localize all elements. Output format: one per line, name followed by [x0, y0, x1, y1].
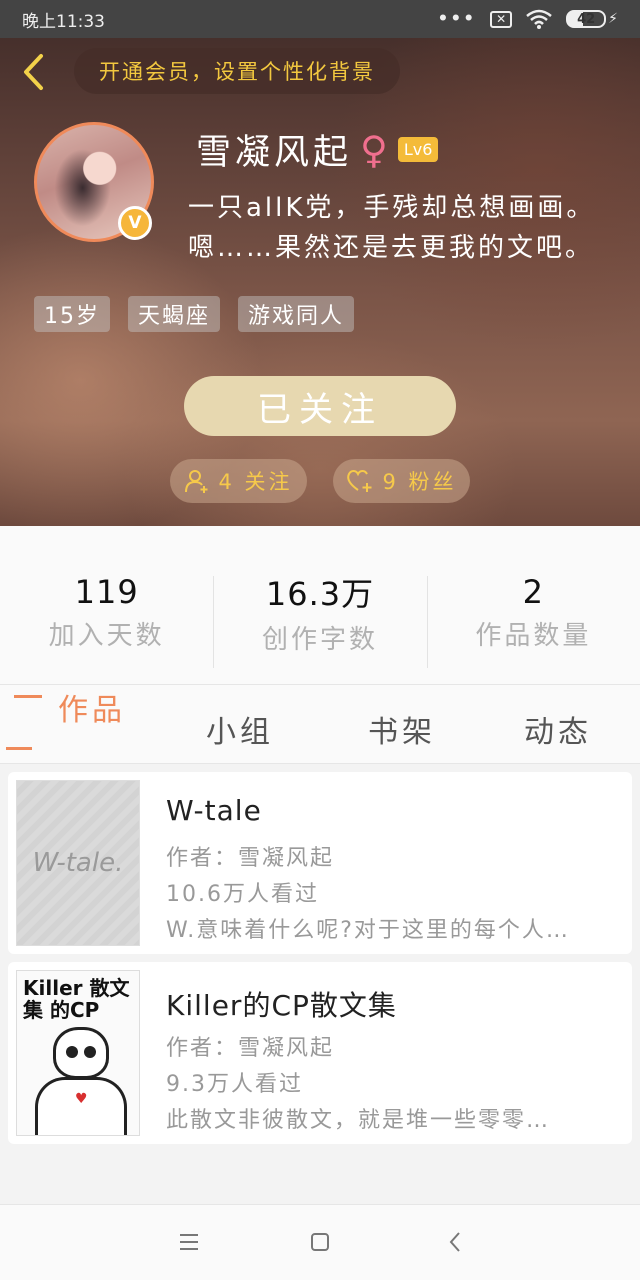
stat-value: 16.3万	[265, 574, 375, 613]
battery-icon: 42 ⚡	[566, 10, 618, 28]
system-nav-bar	[0, 1204, 640, 1280]
more-dots-icon: •••	[437, 9, 477, 29]
stat-label: 作品数量	[475, 620, 592, 651]
work-author: 作者：雪凝风起	[166, 846, 335, 871]
username: 雪凝风起	[196, 133, 353, 173]
tag-age: 15岁	[34, 296, 110, 332]
follow-button[interactable]: 已关注	[184, 376, 456, 436]
fans-label: 9 粉丝	[382, 470, 457, 494]
work-card[interactable]: W-tale. W-tale 作者：雪凝风起 10.6万人看过 W.意味着什么呢…	[8, 772, 632, 954]
stat-days: 119 加入天数	[0, 526, 213, 684]
tab-dynamic[interactable]: 动态	[524, 707, 592, 751]
content-tabs: 作品 小组 书架 动态	[0, 684, 640, 764]
chevron-left-icon	[24, 54, 43, 90]
work-description: W.意味着什么呢?对于这里的每个人…	[166, 918, 570, 943]
tab-shelf[interactable]: 书架	[368, 707, 436, 751]
tab-decoration	[14, 695, 42, 698]
stat-label: 创作字数	[261, 624, 378, 655]
status-icons: ••• ✕ 42 ⚡	[438, 9, 618, 29]
name-row: 雪凝风起 ♀ Lv6	[196, 124, 439, 175]
bio: 一只allK党，手残却总想画画。嗯……果然还是去更我的文吧。	[188, 193, 596, 263]
cover-text: W-tale.	[32, 848, 124, 878]
heart-icon: ♥	[75, 1091, 88, 1107]
system-back-button[interactable]	[440, 1227, 470, 1257]
stat-words: 16.3万 创作字数	[213, 526, 426, 684]
user-plus-icon	[185, 470, 208, 493]
vip-background-banner[interactable]: 开通会员，设置个性化背景	[74, 48, 400, 94]
stat-value: 119	[74, 572, 139, 611]
tab-works[interactable]: 作品	[58, 685, 126, 729]
skull-illustration	[53, 1027, 109, 1079]
recent-apps-button[interactable]	[174, 1227, 204, 1257]
cover-text: Killer 散文集 的CP	[23, 976, 130, 1022]
heart-plus-icon	[347, 470, 372, 492]
square-icon	[311, 1233, 329, 1251]
stat-label: 加入天数	[48, 620, 165, 651]
chevron-left-icon	[449, 1232, 460, 1252]
menu-icon	[180, 1234, 198, 1250]
female-icon: ♀	[360, 127, 388, 172]
stat-works: 2 作品数量	[426, 526, 640, 684]
work-title: Killer的CP散文集	[166, 989, 397, 1022]
work-views: 10.6万人看过	[166, 882, 319, 907]
work-cover: W-tale.	[16, 780, 140, 946]
profile-tags: 15岁 天蝎座 游戏同人	[34, 296, 355, 332]
sim-disabled-icon: ✕	[490, 10, 513, 28]
charging-icon: ⚡	[608, 11, 618, 27]
battery-level: 42	[566, 10, 607, 28]
home-button[interactable]	[305, 1227, 335, 1257]
work-title: W-tale	[166, 794, 262, 827]
work-card[interactable]: Killer 散文集 的CP ♥ Killer的CP散文集 作者：雪凝风起 9.…	[8, 962, 632, 1144]
following-button[interactable]: 4 关注	[170, 459, 307, 503]
back-button[interactable]	[16, 52, 50, 92]
work-cover: Killer 散文集 的CP ♥	[16, 970, 140, 1136]
work-views: 9.3万人看过	[166, 1072, 303, 1097]
tab-active-indicator	[6, 747, 32, 750]
stats-row: 119 加入天数 16.3万 创作字数 2 作品数量	[0, 526, 640, 684]
following-label: 4 关注	[218, 470, 293, 494]
stat-value: 2	[522, 572, 544, 611]
status-time: 晚上11:33	[22, 11, 105, 32]
wifi-icon	[526, 9, 552, 29]
level-badge: Lv6	[397, 137, 439, 162]
profile-header: 晚上11:33 ••• ✕ 42 ⚡ 开通会员，设置个性化背景 V 雪凝风起 ♀…	[0, 0, 640, 526]
work-author: 作者：雪凝风起	[166, 1036, 335, 1061]
status-bar: 晚上11:33 ••• ✕ 42 ⚡	[0, 0, 640, 38]
verified-badge: V	[118, 206, 152, 240]
tag-interest: 游戏同人	[238, 296, 355, 332]
work-description: 此散文非彼散文，就是堆一些零零…	[166, 1108, 551, 1133]
works-list: W-tale. W-tale 作者：雪凝风起 10.6万人看过 W.意味着什么呢…	[8, 772, 632, 1152]
tab-group[interactable]: 小组	[206, 707, 274, 751]
tag-zodiac: 天蝎座	[128, 296, 221, 332]
fans-button[interactable]: 9 粉丝	[333, 459, 470, 503]
